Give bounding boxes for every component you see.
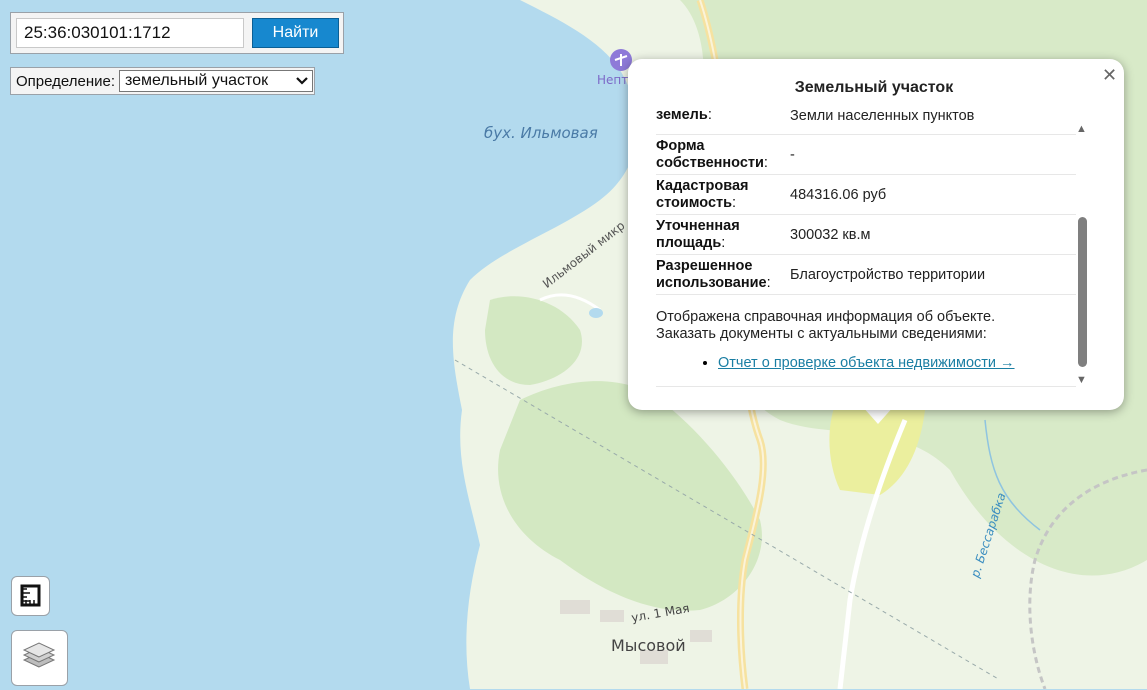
layers-icon (22, 642, 56, 668)
row-key: Разрешенное использование (656, 257, 767, 291)
row-value: 300032 кв.м (790, 226, 871, 243)
row-value: 484316.06 руб (790, 186, 887, 203)
definition-selected-value: земельный участок (125, 72, 269, 89)
cadastral-number-input[interactable] (16, 18, 244, 48)
definition-label: Определение: (16, 73, 116, 90)
info-row: Уточненная площадь: 300032 кв.м (656, 215, 1076, 255)
info-row: земель: Земли населенных пунктов (656, 109, 1076, 135)
scroll-up-icon[interactable]: ▲ (1076, 123, 1087, 135)
row-key: земель (656, 109, 708, 123)
building (600, 610, 624, 622)
report-item: Отчет о проверке объекта недвижимости → (718, 355, 1076, 372)
building (690, 630, 712, 642)
popup-body[interactable]: земель: Земли населенных пунктов Форма с… (656, 109, 1076, 395)
ruler-button[interactable] (11, 576, 50, 616)
pond (589, 308, 603, 318)
row-value: - (790, 146, 795, 163)
divider (656, 386, 1076, 387)
poi-label: Непт (597, 73, 629, 87)
scroll-thumb[interactable] (1078, 217, 1087, 367)
search-button[interactable]: Найти (252, 18, 339, 48)
definition-panel: Определение: земельный участок (10, 67, 315, 95)
row-value: Благоустройство территории (790, 266, 986, 283)
building (560, 600, 590, 614)
popup-title: Земельный участок (794, 79, 954, 96)
close-icon[interactable]: ✕ (1102, 65, 1117, 86)
bay-label: бух. Ильмовая (484, 124, 598, 142)
popup-scrollbar[interactable]: ▲ ▼ (1076, 123, 1090, 386)
note-line: Заказать документы с актуальными сведени… (656, 326, 987, 342)
info-row: Форма собственности: - (656, 135, 1076, 175)
chevron-down-icon (296, 71, 308, 97)
ruler-icon (20, 584, 41, 607)
info-row: Разрешенное использование: Благоустройст… (656, 255, 1076, 295)
parcel-info-popup: Земельный участок ✕ земель: Земли населе… (628, 59, 1124, 410)
report-list: Отчет о проверке объекта недвижимости → (656, 355, 1076, 372)
report-link[interactable]: Отчет о проверке объекта недвижимости → (718, 355, 1015, 371)
row-key: Уточненная площадь (656, 217, 740, 251)
scroll-down-icon[interactable]: ▼ (1076, 374, 1087, 386)
info-row: Кадастровая стоимость: 484316.06 руб (656, 175, 1076, 215)
row-value: Земли населенных пунктов (790, 109, 975, 124)
definition-select[interactable]: земельный участок (119, 70, 313, 92)
layers-button[interactable] (11, 630, 68, 686)
search-panel: Найти (10, 12, 344, 54)
village-label: Мысовой (611, 636, 686, 655)
note-line: Отображена справочная информация об объе… (656, 309, 996, 325)
info-rows: земель: Земли населенных пунктов Форма с… (656, 109, 1076, 387)
row-key: Форма собственности (656, 137, 764, 171)
info-note: Отображена справочная информация об объе… (656, 309, 1076, 343)
